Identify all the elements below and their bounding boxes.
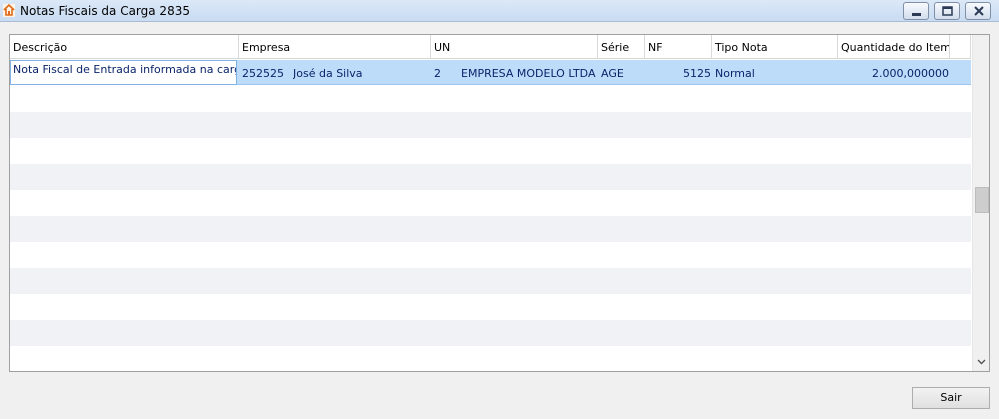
serie-cell[interactable]: AGE bbox=[601, 60, 643, 85]
close-icon bbox=[974, 6, 984, 16]
empty-row bbox=[10, 320, 971, 346]
chevron-down-icon[interactable] bbox=[973, 353, 990, 370]
quantidade-cell[interactable]: 2.000,000000 bbox=[841, 60, 949, 85]
empty-row bbox=[10, 190, 971, 216]
app-icon bbox=[3, 4, 15, 17]
grid-body bbox=[10, 60, 971, 371]
un-nome-cell[interactable]: EMPRESA MODELO LTDA bbox=[461, 60, 596, 85]
nf-cell[interactable]: 5125 bbox=[648, 60, 711, 85]
vertical-scrollbar[interactable] bbox=[972, 35, 990, 371]
descricao-cell[interactable]: Nota Fiscal de Entrada informada na carg… bbox=[10, 60, 237, 85]
empty-row bbox=[10, 164, 971, 190]
column-header-descricao[interactable]: Descrição bbox=[10, 35, 239, 58]
minimize-button[interactable] bbox=[903, 2, 929, 20]
column-header-serie[interactable]: Série bbox=[598, 35, 645, 58]
empty-row bbox=[10, 112, 971, 138]
un-codigo-cell[interactable]: 2 bbox=[434, 60, 454, 85]
empty-row bbox=[10, 346, 971, 371]
empty-row bbox=[10, 216, 971, 242]
sair-button[interactable]: Sair bbox=[912, 387, 990, 409]
tipo-nota-cell[interactable]: Normal bbox=[715, 60, 835, 85]
empty-row bbox=[10, 86, 971, 112]
window-title: Notas Fiscais da Carga 2835 bbox=[20, 4, 190, 18]
empresa-nome-cell[interactable]: José da Silva bbox=[293, 60, 429, 85]
column-header-nf[interactable]: NF bbox=[645, 35, 712, 58]
notas-fiscais-grid[interactable]: Descrição Empresa UN Série NF Tipo Nota … bbox=[9, 34, 990, 372]
maximize-icon bbox=[942, 6, 953, 16]
column-header-quantidade[interactable]: Quantidade do Item bbox=[838, 35, 950, 58]
column-header-tipo-nota[interactable]: Tipo Nota bbox=[712, 35, 838, 58]
maximize-button[interactable] bbox=[934, 2, 960, 20]
scrollbar-thumb[interactable] bbox=[975, 187, 989, 213]
column-header-filler bbox=[950, 35, 971, 58]
empty-row bbox=[10, 268, 971, 294]
empty-row bbox=[10, 294, 971, 320]
empty-row bbox=[10, 138, 971, 164]
close-button[interactable] bbox=[965, 2, 991, 20]
empty-row bbox=[10, 242, 971, 268]
table-row[interactable]: Nota Fiscal de Entrada informada na carg… bbox=[10, 60, 971, 85]
grid-header: Descrição Empresa UN Série NF Tipo Nota … bbox=[10, 35, 971, 59]
column-header-empresa[interactable]: Empresa bbox=[239, 35, 431, 58]
column-header-un[interactable]: UN bbox=[431, 35, 598, 58]
empresa-codigo-cell[interactable]: 252525 bbox=[242, 60, 292, 85]
title-bar: Notas Fiscais da Carga 2835 bbox=[0, 0, 999, 22]
minimize-icon bbox=[912, 13, 921, 16]
